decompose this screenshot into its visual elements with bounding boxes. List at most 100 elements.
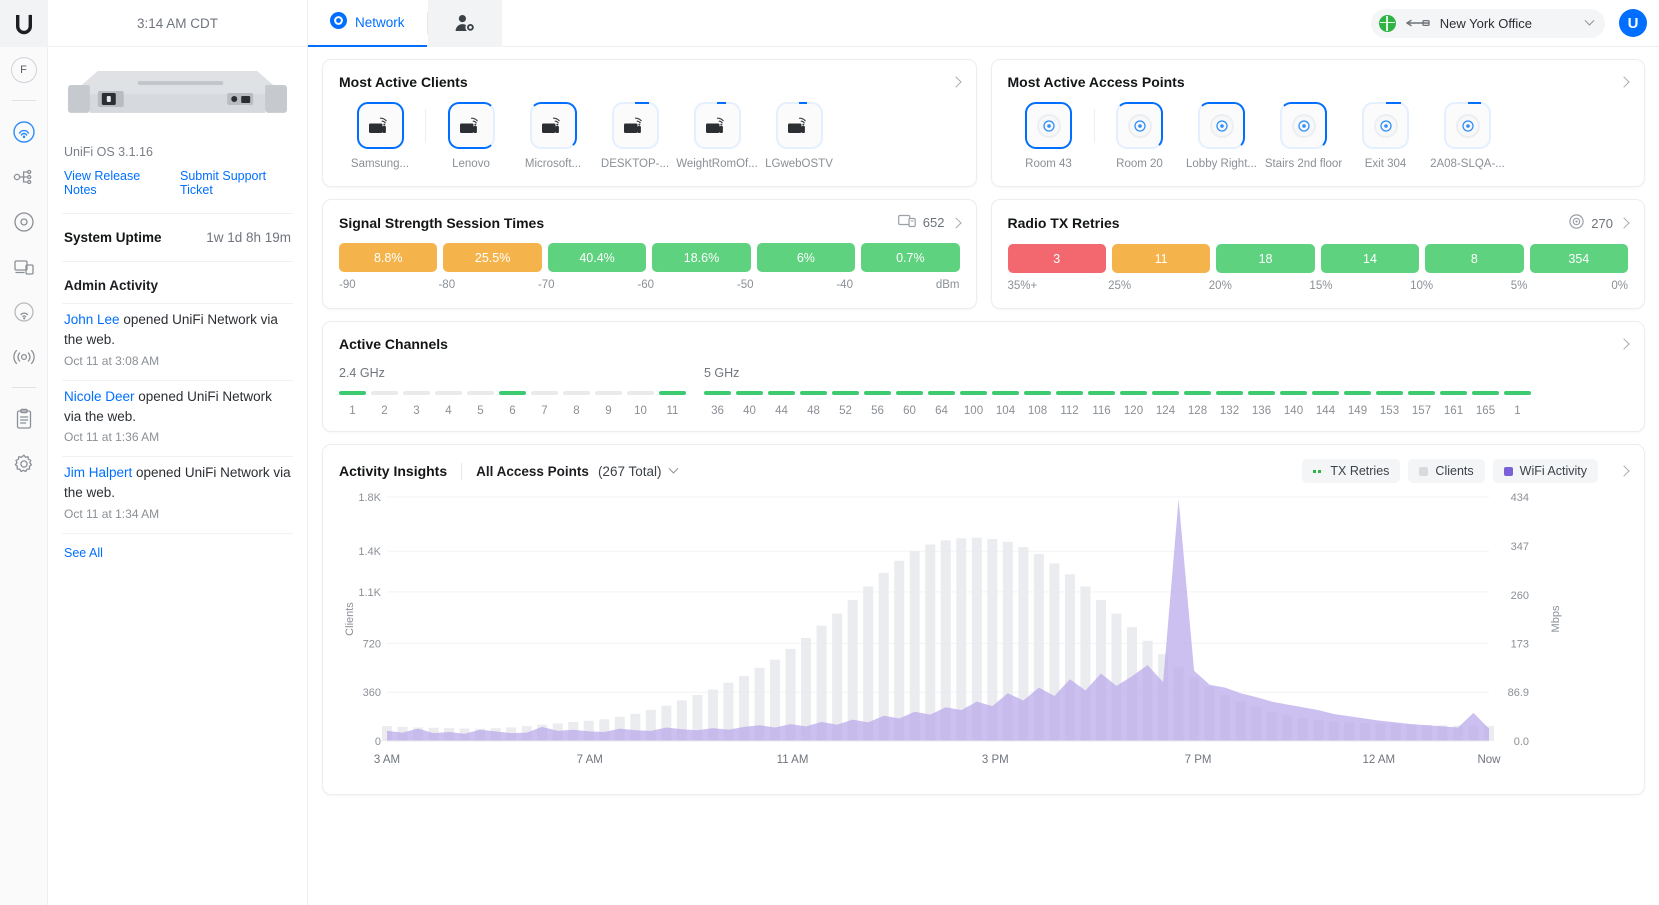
channel-column[interactable]: 36 <box>704 391 731 417</box>
channel-column[interactable]: 1 <box>1504 391 1531 417</box>
axis-tick: -60 <box>637 279 655 291</box>
client-devices-icon[interactable] <box>0 244 48 289</box>
system-uptime-value: 1w 1d 8h 19m <box>206 230 291 245</box>
channel-column[interactable]: 2 <box>371 391 398 417</box>
rackmount-gateway-icon[interactable] <box>62 47 293 139</box>
channel-column[interactable]: 153 <box>1376 391 1403 417</box>
wifi-coverage-icon[interactable] <box>0 289 48 334</box>
status-badge[interactable]: 8.8% <box>339 243 438 272</box>
channel-column[interactable]: 144 <box>1312 391 1339 417</box>
activity-user-link[interactable]: Jim Halpert <box>64 465 132 480</box>
channel-column[interactable]: 4 <box>435 391 462 417</box>
tab-network[interactable]: Network <box>308 0 427 47</box>
list-item[interactable]: Room 20 <box>1099 102 1181 170</box>
channel-column[interactable]: 108 <box>1024 391 1051 417</box>
channel-column[interactable]: 6 <box>499 391 526 417</box>
status-badge[interactable]: 3 <box>1007 244 1106 273</box>
channel-column[interactable]: 149 <box>1344 391 1371 417</box>
activity-user-link[interactable]: Nicole Deer <box>64 389 135 404</box>
channel-column[interactable]: 40 <box>736 391 763 417</box>
channel-column[interactable]: 140 <box>1280 391 1307 417</box>
channel-column[interactable]: 10 <box>627 391 654 417</box>
list-item[interactable]: Room 43 <box>1008 102 1090 170</box>
page-title: Radio TX Retries <box>1007 215 1120 231</box>
site-selector[interactable]: New York Office <box>1370 8 1605 38</box>
view-release-notes-link[interactable]: View Release Notes <box>64 169 166 197</box>
chevron-right-icon[interactable] <box>949 216 962 229</box>
list-item[interactable]: Microsoft... <box>512 102 594 170</box>
ap-scope-dropdown[interactable]: All Access Points (267 Total) <box>476 463 679 479</box>
chevron-right-icon[interactable] <box>1618 465 1630 477</box>
channel-column[interactable]: 44 <box>768 391 795 417</box>
channel-column[interactable]: 112 <box>1056 391 1083 417</box>
user-admin-icon[interactable] <box>427 0 502 47</box>
channel-column[interactable]: 5 <box>467 391 494 417</box>
devices-circle-icon[interactable] <box>0 199 48 244</box>
status-badge[interactable]: 40.4% <box>547 243 647 272</box>
channel-column[interactable]: 9 <box>595 391 622 417</box>
channel-column[interactable]: 64 <box>928 391 955 417</box>
list-item[interactable]: 2A08-SLQA-... <box>1427 102 1509 170</box>
channel-column[interactable]: 100 <box>960 391 987 417</box>
y-axis-tick-left: 1.1K <box>358 587 381 599</box>
status-badge[interactable]: 11 <box>1111 244 1211 273</box>
chevron-right-icon[interactable] <box>1618 76 1630 88</box>
channel-column[interactable]: 120 <box>1120 391 1147 417</box>
see-all-link[interactable]: See All <box>62 532 293 560</box>
ubiquiti-logo-icon[interactable] <box>0 0 48 47</box>
legend-item-tx-retries[interactable]: TX Retries <box>1302 459 1401 483</box>
channel-column[interactable]: 8 <box>563 391 590 417</box>
channel-column[interactable]: 161 <box>1440 391 1467 417</box>
channel-column[interactable]: 136 <box>1248 391 1275 417</box>
submit-support-ticket-link[interactable]: Submit Support Ticket <box>180 169 291 197</box>
channel-column[interactable]: 104 <box>992 391 1019 417</box>
rail-avatar[interactable]: F <box>0 47 48 92</box>
channel-column[interactable]: 128 <box>1184 391 1211 417</box>
channel-column[interactable]: 48 <box>800 391 827 417</box>
logs-clipboard-icon[interactable] <box>0 396 48 441</box>
legend-item-clients[interactable]: Clients <box>1408 459 1485 483</box>
channel-column[interactable]: 7 <box>531 391 558 417</box>
channel-column[interactable]: 3 <box>403 391 430 417</box>
list-item[interactable]: LGwebOSTV <box>758 102 840 170</box>
status-badge[interactable]: 14 <box>1320 244 1420 273</box>
status-badge[interactable]: 18 <box>1216 244 1315 273</box>
channel-column[interactable]: 124 <box>1152 391 1179 417</box>
channel-column[interactable]: 1 <box>339 391 366 417</box>
list-item[interactable]: Stairs 2nd floor <box>1263 102 1345 170</box>
status-badge[interactable]: 8 <box>1425 244 1524 273</box>
status-badge[interactable]: 0.7% <box>861 243 960 272</box>
channel-column[interactable]: 116 <box>1088 391 1115 417</box>
channel-bar <box>1184 391 1211 395</box>
channel-column[interactable]: 157 <box>1408 391 1435 417</box>
channel-column[interactable]: 56 <box>864 391 891 417</box>
channel-column[interactable]: 60 <box>896 391 923 417</box>
activity-chart[interactable]: 0 360 720 1.1K 1.4K 1.8K 0.0 86.9 173 260 347 434 Cl… <box>323 483 1644 794</box>
channel-column[interactable]: 165 <box>1472 391 1499 417</box>
channel-column[interactable]: 132 <box>1216 391 1243 417</box>
wifi-dashboard-icon[interactable] <box>0 109 48 154</box>
list-item[interactable]: Lenovo <box>430 102 512 170</box>
status-badge[interactable]: 6% <box>756 243 856 272</box>
activity-user-link[interactable]: John Lee <box>64 312 120 327</box>
status-badge[interactable]: 25.5% <box>443 243 542 272</box>
list-item[interactable]: WeightRomOf... <box>676 102 758 170</box>
list-item[interactable]: Samsung... <box>339 102 421 170</box>
list-item[interactable]: DESKTOP-... <box>594 102 676 170</box>
channel-column[interactable]: 11 <box>659 391 686 417</box>
list-item[interactable]: Exit 304 <box>1345 102 1427 170</box>
legend-item-wifi-activity[interactable]: WiFi Activity <box>1492 459 1598 483</box>
status-badge[interactable]: 354 <box>1529 244 1629 273</box>
chevron-right-icon[interactable] <box>1618 217 1630 229</box>
settings-gear-icon[interactable] <box>0 441 48 486</box>
y-axis-tick-right: 260 <box>1511 590 1529 602</box>
chevron-right-icon[interactable] <box>1618 338 1630 350</box>
radio-broadcast-icon[interactable] <box>0 334 48 379</box>
chevron-right-icon[interactable] <box>949 76 962 88</box>
ap-tile-icon-box <box>1362 102 1409 149</box>
list-item[interactable]: Lobby Right... <box>1181 102 1263 170</box>
topology-icon[interactable] <box>0 154 48 199</box>
avatar[interactable]: U <box>1619 9 1647 37</box>
channel-column[interactable]: 52 <box>832 391 859 417</box>
status-badge[interactable]: 18.6% <box>652 243 751 272</box>
